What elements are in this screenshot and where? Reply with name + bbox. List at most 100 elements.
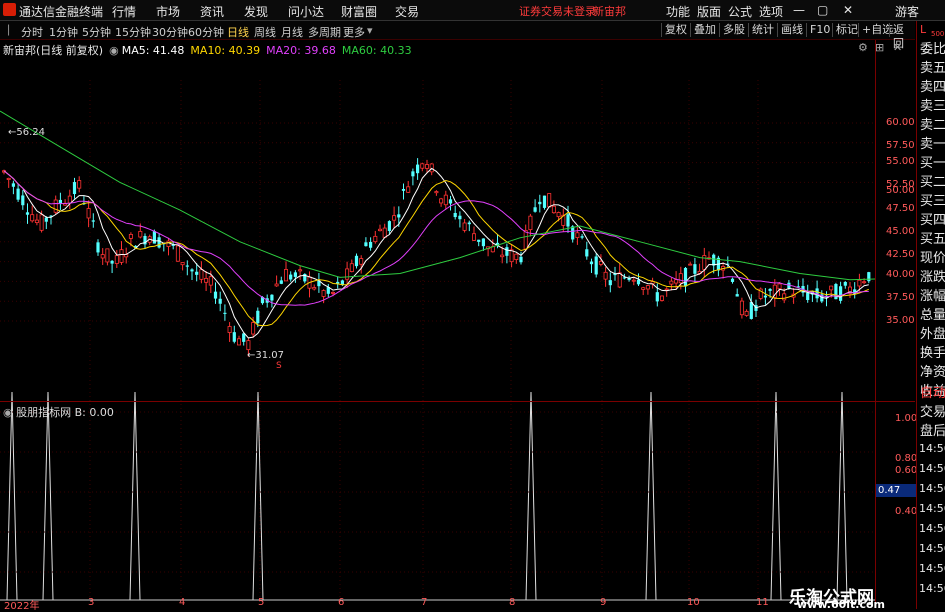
- close-icon[interactable]: ✕: [843, 3, 853, 17]
- candle-body-up: [377, 228, 382, 232]
- toolbar-btn[interactable]: 统计: [748, 23, 777, 37]
- date-label: 5: [258, 597, 265, 608]
- order-book-label: 净资: [920, 365, 945, 380]
- candle-body-up: [312, 287, 317, 290]
- period-tab[interactable]: 月线: [281, 24, 303, 40]
- period-tab[interactable]: 周线: [254, 24, 276, 40]
- candle-body-down: [477, 239, 481, 242]
- candle-body-down: [448, 199, 453, 204]
- minimize-icon[interactable]: —: [793, 3, 805, 17]
- candle-body-down: [289, 274, 293, 280]
- toolbar-btn[interactable]: 复权: [661, 23, 690, 37]
- period-tab[interactable]: 5分钟: [82, 24, 111, 40]
- legend-toggle-icon[interactable]: ◉: [109, 44, 119, 57]
- candle-body-down: [195, 271, 199, 275]
- candle-body-down: [693, 264, 697, 274]
- candle-body-down: [867, 272, 871, 282]
- toolbar-btn[interactable]: 多股: [719, 23, 748, 37]
- candle-body-up: [359, 258, 364, 265]
- menu-item-ask[interactable]: 问小达: [288, 3, 324, 20]
- candle-body-down: [839, 286, 843, 301]
- candle-body-up: [392, 215, 397, 221]
- menu-item-function[interactable]: 功能: [666, 3, 690, 20]
- toolbar-btn[interactable]: 标记: [832, 23, 861, 37]
- candle-body-up: [180, 262, 185, 266]
- period-tab[interactable]: 1分钟: [49, 24, 78, 40]
- indicator-spike: [129, 391, 141, 601]
- period-tab[interactable]: 60分钟: [188, 24, 224, 40]
- menu-item-market[interactable]: 行情: [112, 3, 136, 20]
- period-tab[interactable]: 15分钟: [115, 24, 151, 40]
- kline-chart[interactable]: [0, 40, 915, 602]
- candle-body-up: [30, 214, 35, 222]
- menu-item-wealth[interactable]: 财富圈: [341, 3, 377, 20]
- candle-body-up: [641, 287, 646, 290]
- candle-body-up: [688, 263, 693, 266]
- price-axis-divider: [875, 40, 876, 602]
- candle-body-up: [283, 269, 288, 282]
- settings-icon[interactable]: ⚙: [858, 41, 868, 54]
- panel-close-icon[interactable]: ✕: [893, 41, 902, 54]
- guest-label[interactable]: 游客: [895, 3, 919, 20]
- toolbar-btn[interactable]: F10: [806, 23, 833, 37]
- candle-body-up: [6, 177, 11, 180]
- stock-link[interactable]: 新宙邦: [593, 3, 626, 19]
- candle-body-down: [157, 237, 161, 248]
- indicator-toggle-icon[interactable]: ◉: [3, 406, 16, 419]
- candle-body-up: [829, 285, 834, 291]
- order-book-label: 涨跌: [920, 270, 945, 285]
- toolbar-btn[interactable]: 画线: [777, 23, 806, 37]
- period-tab-active[interactable]: 日线: [227, 24, 249, 40]
- menu-item-layout[interactable]: 版面: [697, 3, 721, 20]
- indicator-tick: 0.80: [895, 453, 918, 464]
- trade-time: 14:56: [919, 502, 945, 515]
- candle-body-down: [580, 236, 584, 238]
- trade-time: 14:56: [919, 542, 945, 555]
- candle-body-down: [11, 183, 15, 187]
- dividend-marker[interactable]: S: [276, 361, 282, 371]
- chevron-down-icon[interactable]: ▾: [367, 24, 373, 37]
- candle-body-up: [439, 198, 444, 204]
- candle-body-down: [387, 221, 391, 231]
- login-notice[interactable]: 证券交易未登录: [519, 3, 596, 19]
- candle-body-up: [547, 193, 552, 208]
- price-tick: 37.50: [886, 292, 915, 303]
- menu-item-exchange[interactable]: 市场: [156, 3, 180, 20]
- period-tab-more[interactable]: 更多: [343, 24, 365, 40]
- period-tab[interactable]: 30分钟: [152, 24, 188, 40]
- menu-item-options[interactable]: 选项: [759, 3, 783, 20]
- trade-time: 14:56: [919, 522, 945, 535]
- candle-body-down: [232, 332, 236, 342]
- menu-item-discover[interactable]: 发现: [244, 3, 268, 20]
- pin-icon[interactable]: ⊞: [875, 41, 884, 54]
- indicator-current-value: 0.47: [876, 484, 916, 497]
- period-tab[interactable]: 多周期: [308, 24, 341, 40]
- indicator-spike: [645, 391, 657, 601]
- candle-body-up: [857, 279, 862, 287]
- candle-body-down: [749, 302, 753, 319]
- candle-body-up: [660, 295, 665, 301]
- candle-body-up: [345, 268, 350, 280]
- maximize-icon[interactable]: ▢: [817, 3, 828, 17]
- candle-body-down: [25, 212, 30, 215]
- candle-body-down: [354, 255, 359, 267]
- candle-body-down: [519, 256, 523, 263]
- status-auto[interactable]: 自动: [920, 384, 945, 403]
- date-label: 10: [687, 597, 700, 608]
- toolbar-btn[interactable]: 返回: [889, 23, 915, 50]
- candle-body-up: [862, 281, 867, 284]
- candle-body-down: [585, 249, 589, 257]
- indicator-tick: 1.00: [895, 413, 918, 424]
- menu-item-formula[interactable]: 公式: [728, 3, 752, 20]
- period-tab[interactable]: 分时: [21, 24, 43, 40]
- menu-item-trade[interactable]: 交易: [395, 3, 419, 20]
- legend-ma60: MA60: 40.33: [341, 44, 412, 57]
- order-book-label: 买五: [920, 232, 945, 247]
- date-label: 7: [421, 597, 428, 608]
- menu-item-news[interactable]: 资讯: [200, 3, 224, 20]
- candle-body-up: [100, 254, 105, 259]
- candle-body-down: [467, 222, 471, 225]
- toolbar-btn[interactable]: 叠加: [690, 23, 719, 37]
- pane-separator[interactable]: [0, 401, 915, 402]
- indicator-spike: [6, 391, 18, 601]
